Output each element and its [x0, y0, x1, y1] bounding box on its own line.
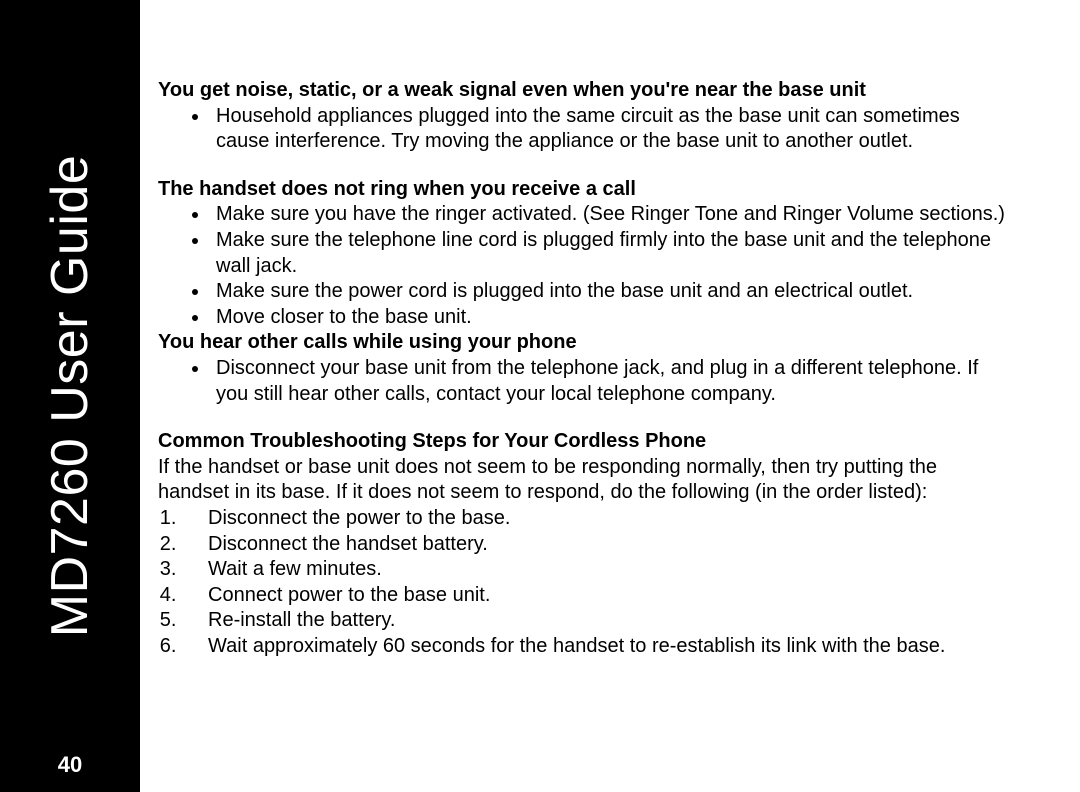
bullet-list: Disconnect your base unit from the telep…: [158, 356, 1010, 407]
bullet-list: Household appliances plugged into the sa…: [158, 104, 1010, 155]
content-area: You get noise, static, or a weak signal …: [158, 78, 1010, 659]
section-heading: You hear other calls while using your ph…: [158, 330, 1010, 356]
list-item: Make sure you have the ringer activated.…: [210, 202, 1010, 228]
sidebar: MD7260 User Guide 40: [0, 0, 140, 792]
section-heading: The handset does not ring when you recei…: [158, 177, 1010, 203]
list-item: Move closer to the base unit.: [210, 305, 1010, 331]
list-item: Disconnect the handset battery.: [182, 532, 1010, 558]
document-title: MD7260 User Guide: [40, 155, 100, 638]
list-item: Household appliances plugged into the sa…: [210, 104, 1010, 155]
section-heading: Common Troubleshooting Steps for Your Co…: [158, 429, 1010, 455]
list-item: Wait approximately 60 seconds for the ha…: [182, 634, 1010, 660]
intro-paragraph: If the handset or base unit does not see…: [158, 455, 1010, 506]
list-item: Make sure the telephone line cord is plu…: [210, 228, 1010, 279]
section-heading: You get noise, static, or a weak signal …: [158, 78, 1010, 104]
list-item: Disconnect the power to the base.: [182, 506, 1010, 532]
document-page: MD7260 User Guide 40 You get noise, stat…: [0, 0, 1080, 792]
list-item: Connect power to the base unit.: [182, 583, 1010, 609]
ordered-list: Disconnect the power to the base. Discon…: [158, 506, 1010, 660]
list-item: Disconnect your base unit from the telep…: [210, 356, 1010, 407]
bullet-list: Make sure you have the ringer activated.…: [158, 202, 1010, 330]
list-item: Wait a few minutes.: [182, 557, 1010, 583]
page-number: 40: [0, 752, 140, 778]
list-item: Make sure the power cord is plugged into…: [210, 279, 1010, 305]
list-item: Re-install the battery.: [182, 608, 1010, 634]
